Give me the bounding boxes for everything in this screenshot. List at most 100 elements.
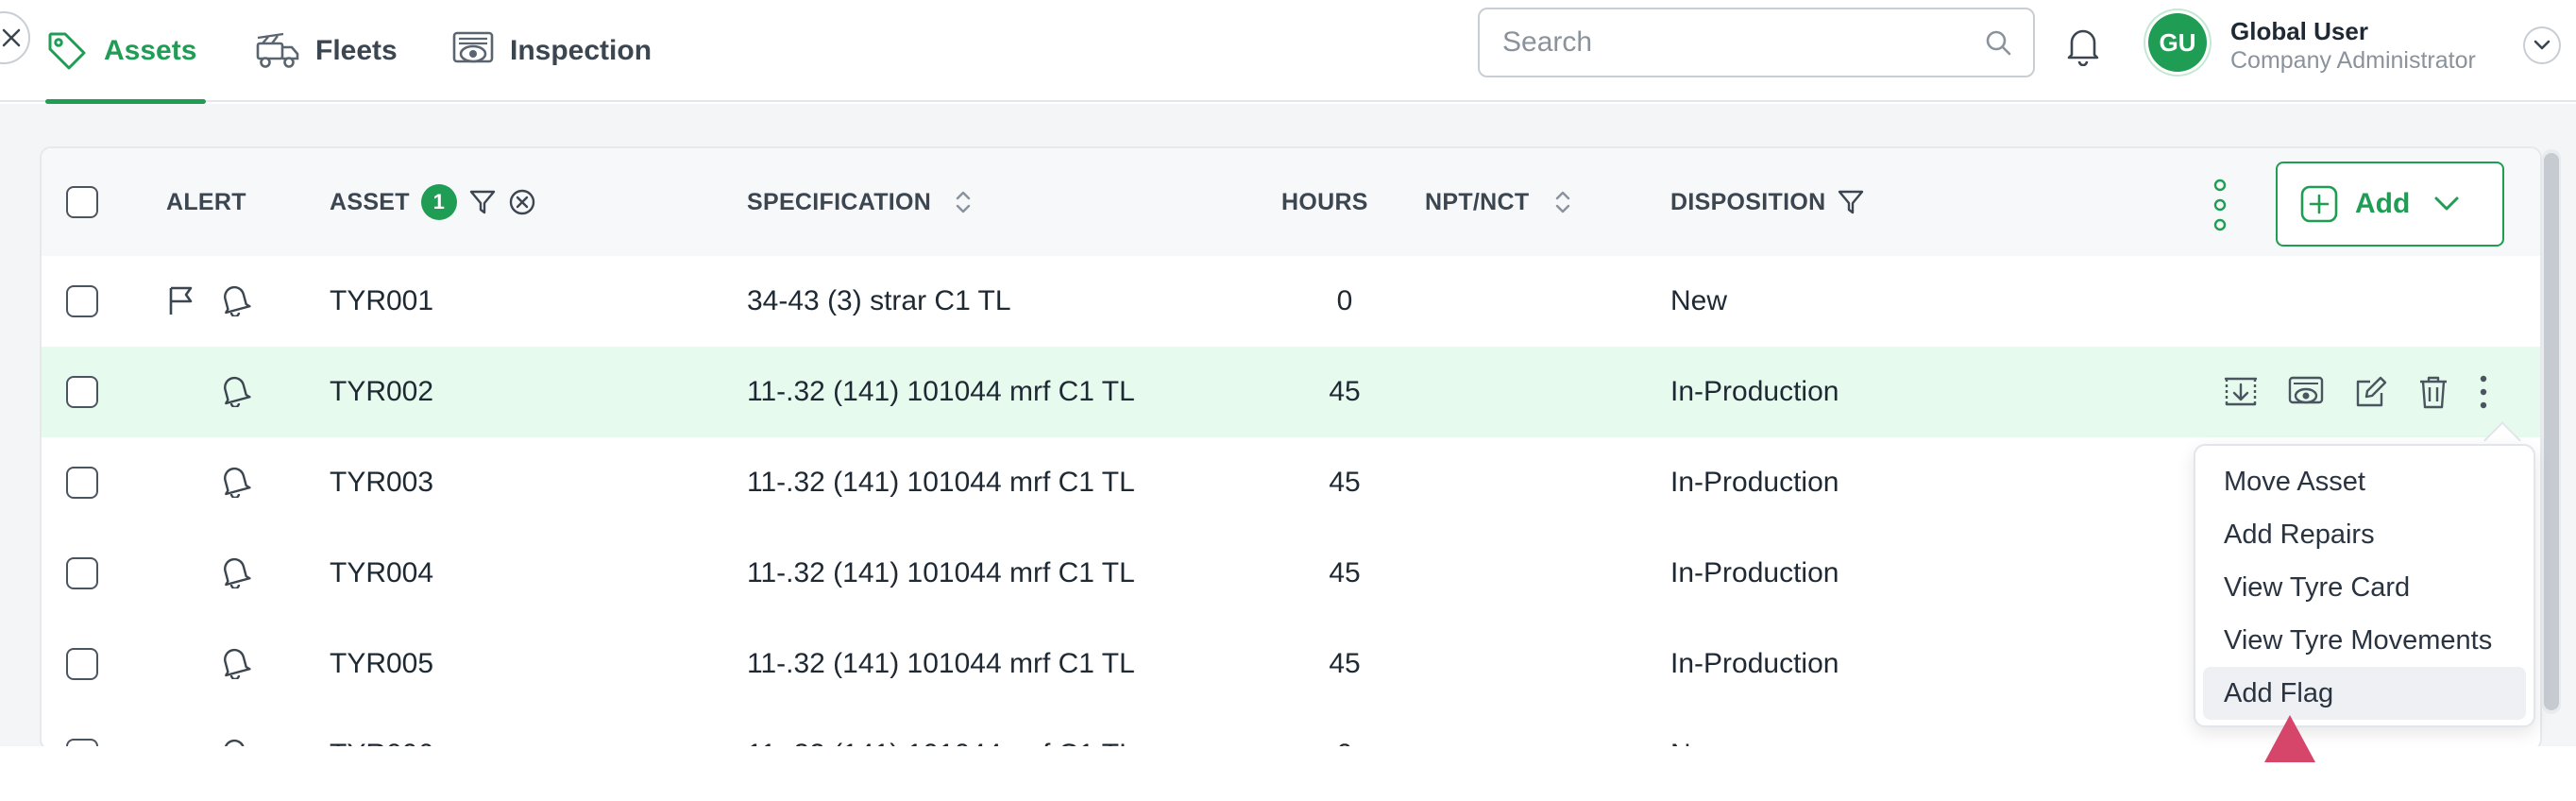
disposition: In-Production bbox=[1670, 467, 1839, 498]
chevron-down-icon bbox=[2434, 196, 2459, 211]
disposition: New bbox=[1670, 709, 1727, 749]
tab-fleets[interactable]: Fleets bbox=[255, 0, 398, 102]
user-name: Global User bbox=[2230, 17, 2368, 45]
bell-alert-icon[interactable] bbox=[218, 554, 252, 588]
tab-inspection-label: Inspection bbox=[510, 35, 652, 66]
disposition: In-Production bbox=[1670, 557, 1839, 588]
search-icon[interactable] bbox=[1984, 28, 2012, 57]
table-row[interactable]: TYR005 11-.32 (141) 101044 mrf C1 TL 45 … bbox=[42, 619, 2540, 709]
avatar[interactable]: GU bbox=[2148, 13, 2207, 72]
clear-filter-icon[interactable] bbox=[508, 188, 536, 216]
sort-icon[interactable] bbox=[950, 188, 976, 216]
asset-id[interactable]: TYR002 bbox=[330, 347, 433, 437]
more-options-icon[interactable] bbox=[2478, 374, 2489, 410]
inspect-icon[interactable] bbox=[2287, 375, 2325, 409]
trash-icon[interactable] bbox=[2417, 374, 2449, 410]
column-options-icon[interactable] bbox=[2212, 179, 2229, 231]
column-specification[interactable]: SPECIFICATION bbox=[747, 148, 976, 256]
hours: 45 bbox=[1329, 376, 1361, 407]
user-menu-button[interactable] bbox=[2523, 26, 2561, 64]
bell-alert-icon[interactable] bbox=[218, 373, 252, 407]
row-context-menu: Move Asset Add Repairs View Tyre Card Vi… bbox=[2194, 444, 2535, 727]
assets-table: ALERT ASSET 1 SPECIFICATION HOURS NPT/NC… bbox=[40, 146, 2542, 751]
column-disposition[interactable]: DISPOSITION bbox=[1670, 148, 1865, 256]
truck-icon bbox=[256, 32, 299, 68]
hours: 0 bbox=[1336, 285, 1353, 316]
menu-item-move-asset[interactable]: Move Asset bbox=[2203, 455, 2526, 508]
row-actions bbox=[2223, 347, 2489, 437]
add-button[interactable]: Add bbox=[2276, 162, 2504, 247]
menu-item-add-repairs[interactable]: Add Repairs bbox=[2203, 508, 2526, 561]
column-alert-label: ALERT bbox=[166, 188, 246, 215]
disposition: In-Production bbox=[1670, 648, 1839, 679]
flag-icon[interactable] bbox=[166, 284, 196, 316]
page-footer-area bbox=[0, 746, 2576, 801]
plus-square-icon bbox=[2300, 185, 2338, 223]
search-input[interactable] bbox=[1502, 26, 1984, 59]
specification: 11-.32 (141) 101044 mrf C1 TL bbox=[747, 709, 1135, 749]
column-asset-label: ASSET bbox=[330, 188, 410, 215]
user-role: Company Administrator bbox=[2230, 47, 2476, 74]
asset-id[interactable]: TYR004 bbox=[330, 528, 433, 619]
bell-alert-icon[interactable] bbox=[218, 282, 252, 316]
row-checkbox[interactable] bbox=[66, 557, 98, 589]
row-checkbox[interactable] bbox=[66, 376, 98, 408]
disposition: In-Production bbox=[1670, 376, 1839, 407]
hours: 45 bbox=[1329, 557, 1361, 588]
column-asset[interactable]: ASSET 1 bbox=[330, 148, 536, 256]
specification: 11-.32 (141) 101044 mrf C1 TL bbox=[747, 376, 1135, 407]
tag-icon bbox=[48, 32, 86, 70]
menu-item-add-flag[interactable]: Add Flag bbox=[2203, 667, 2526, 720]
bell-alert-icon[interactable] bbox=[218, 464, 252, 498]
table-row[interactable]: TYR003 11-.32 (141) 101044 mrf C1 TL 45 … bbox=[42, 437, 2540, 528]
disposition: New bbox=[1670, 285, 1728, 316]
row-checkbox[interactable] bbox=[66, 467, 98, 499]
bell-alert-icon[interactable] bbox=[218, 645, 252, 679]
column-specification-label: SPECIFICATION bbox=[747, 188, 932, 215]
table-row[interactable]: TYR002 11-.32 (141) 101044 mrf C1 TL 45 … bbox=[42, 347, 2540, 437]
row-checkbox[interactable] bbox=[66, 648, 98, 680]
column-alert: ALERT bbox=[166, 148, 246, 256]
notification-bell-icon[interactable] bbox=[2064, 25, 2102, 66]
download-icon[interactable] bbox=[2223, 375, 2259, 409]
select-all-checkbox[interactable] bbox=[66, 186, 98, 218]
hours: 0 bbox=[1279, 709, 1411, 749]
table-header: ALERT ASSET 1 SPECIFICATION HOURS NPT/NC… bbox=[42, 148, 2540, 256]
top-navigation: Assets Fleets Inspection GU Global User … bbox=[0, 0, 2576, 104]
asset-id[interactable]: TYR003 bbox=[330, 437, 433, 528]
column-hours-label: HOURS bbox=[1281, 188, 1368, 215]
row-checkbox[interactable] bbox=[66, 285, 98, 317]
inspection-icon bbox=[452, 31, 494, 63]
asset-id[interactable]: TYR001 bbox=[330, 256, 433, 347]
hours: 45 bbox=[1329, 467, 1361, 498]
menu-item-view-tyre-movements[interactable]: View Tyre Movements bbox=[2203, 614, 2526, 667]
hours: 45 bbox=[1329, 648, 1361, 679]
table-row[interactable]: TYR001 34-43 (3) strar C1 TL 0 New bbox=[42, 256, 2540, 347]
tab-fleets-label: Fleets bbox=[315, 35, 398, 66]
filter-count-badge: 1 bbox=[420, 184, 457, 220]
filter-icon[interactable] bbox=[468, 188, 497, 216]
specification: 11-.32 (141) 101044 mrf C1 TL bbox=[747, 648, 1135, 679]
column-hours: HOURS bbox=[1281, 148, 1368, 256]
edit-icon[interactable] bbox=[2353, 374, 2389, 410]
search-box[interactable] bbox=[1478, 8, 2035, 77]
table-row[interactable]: TYR006 11-.32 (141) 101044 mrf C1 TL 0 N… bbox=[42, 709, 2540, 749]
table-row[interactable]: TYR004 11-.32 (141) 101044 mrf C1 TL 45 … bbox=[42, 528, 2540, 619]
specification: 11-.32 (141) 101044 mrf C1 TL bbox=[747, 467, 1135, 498]
chevron-down-icon bbox=[2534, 40, 2551, 50]
specification: 34-43 (3) strar C1 TL bbox=[747, 285, 1011, 316]
tab-assets[interactable]: Assets bbox=[45, 0, 207, 104]
tab-inspection[interactable]: Inspection bbox=[451, 0, 652, 102]
tab-assets-label: Assets bbox=[104, 35, 197, 66]
column-disposition-label: DISPOSITION bbox=[1670, 188, 1826, 215]
column-npt-nct-label: NPT/NCT bbox=[1425, 188, 1530, 215]
back-button[interactable] bbox=[0, 11, 30, 64]
pointer-indicator-icon bbox=[2264, 715, 2315, 762]
menu-item-view-tyre-card[interactable]: View Tyre Card bbox=[2203, 561, 2526, 614]
column-npt-nct[interactable]: NPT/NCT bbox=[1425, 148, 1576, 256]
filter-icon[interactable] bbox=[1837, 188, 1865, 216]
scrollbar-thumb[interactable] bbox=[2544, 153, 2559, 710]
asset-id[interactable]: TYR005 bbox=[330, 619, 433, 709]
sort-icon[interactable] bbox=[1550, 188, 1576, 216]
asset-id[interactable]: TYR006 bbox=[330, 709, 433, 749]
